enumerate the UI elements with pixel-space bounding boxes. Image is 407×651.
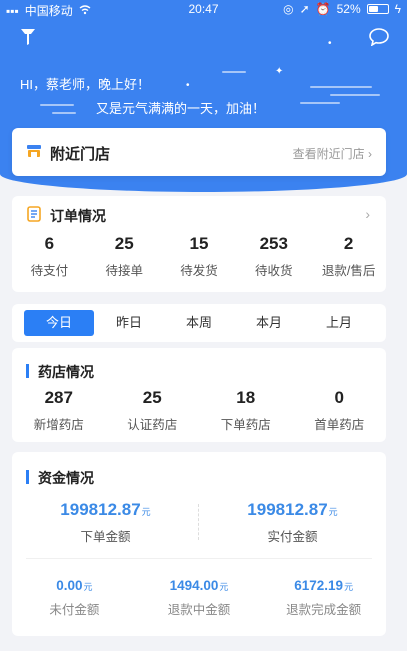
tab-last-month[interactable]: 上月 — [304, 310, 374, 336]
chevron-right-icon[interactable]: › — [365, 206, 370, 222]
tab-this-month[interactable]: 本月 — [234, 310, 304, 336]
refunded-amount: 6172.19元 退款完成金额 — [286, 578, 362, 617]
divider — [198, 504, 199, 540]
order-stat-pending-receive[interactable]: 253 待收货 — [236, 234, 311, 279]
order-stat-pending-payment[interactable]: 6 待支付 — [12, 234, 87, 279]
battery-percent: 52% — [336, 2, 361, 16]
funds-title: 资金情况 — [38, 470, 94, 486]
location-icon: ➚ — [299, 2, 310, 16]
section-marker — [26, 470, 29, 484]
sparkle-icon: • — [328, 38, 332, 49]
app-logo-icon — [20, 28, 36, 51]
cloud-line — [52, 112, 76, 114]
sparkle-icon: • — [186, 80, 190, 91]
status-bar: ▪▪▪ 中国移动 20:47 ◎ ➚ ⏰ 52% ϟ — [0, 0, 407, 18]
lock-rotation-icon: ◎ — [283, 2, 294, 16]
nearby-store-card[interactable]: 附近门店 查看附近门店 › — [12, 128, 386, 176]
cloud-line — [300, 102, 340, 104]
pharmacy-stat-new: 287 新增药店 — [33, 388, 84, 432]
view-nearby-stores-link[interactable]: 查看附近门店 › — [293, 145, 372, 162]
tab-today[interactable]: 今日 — [24, 310, 94, 336]
cloud-line — [310, 86, 372, 88]
unpaid-amount: 0.00元 未付金额 — [49, 578, 100, 617]
alarm-icon: ⏰ — [315, 2, 331, 16]
pharmacy-stat-ordered: 18 下单药店 — [220, 388, 271, 432]
tab-this-week[interactable]: 本周 — [164, 310, 234, 336]
funds-summary-card: 资金情况 199812.87元 下单金额 199812.87元 实付金额 0.0… — [12, 452, 386, 636]
tab-yesterday[interactable]: 昨日 — [94, 310, 164, 336]
charging-icon: ϟ — [394, 2, 401, 16]
store-icon — [26, 144, 42, 163]
section-marker — [26, 364, 29, 378]
pharmacy-title: 药店情况 — [38, 364, 94, 380]
message-icon[interactable] — [369, 28, 389, 51]
order-stat-refund[interactable]: 2 退款/售后 — [311, 234, 386, 279]
paid-amount: 199812.87元 实付金额 — [247, 500, 338, 544]
period-tabs: 今日 昨日 本周 本月 上月 — [12, 304, 386, 342]
store-title: 附近门店 — [50, 146, 111, 163]
subgreeting-text: 又是元气满满的一天，加油！ — [96, 101, 266, 116]
divider — [26, 558, 372, 559]
battery-icon — [366, 4, 389, 14]
cloud-line — [330, 94, 380, 96]
order-stat-pending-ship[interactable]: 15 待发货 — [162, 234, 237, 279]
order-doc-icon — [26, 206, 42, 227]
cloud-line — [222, 71, 246, 73]
refunding-amount: 1494.00元 退款中金额 — [167, 578, 231, 617]
pharmacy-summary-card: 药店情况 287 新增药店 25 认证药店 18 下单药店 0 首单药店 — [12, 348, 386, 442]
order-title: 订单情况 — [50, 208, 106, 224]
sparkle-icon: ✦ — [275, 66, 284, 77]
order-summary-card: 订单情况 › 6 待支付 25 待接单 15 待发货 253 待收货 2 退款/… — [12, 196, 386, 292]
order-stat-pending-accept[interactable]: 25 待接单 — [87, 234, 162, 279]
cloud-line — [40, 104, 74, 106]
pharmacy-stat-certified: 25 认证药店 — [127, 388, 178, 432]
pharmacy-stat-first-order: 0 首单药店 — [314, 388, 365, 432]
order-amount: 199812.87元 下单金额 — [60, 500, 151, 544]
greeting-text: HI，蔡老师，晚上好！ — [20, 77, 151, 92]
